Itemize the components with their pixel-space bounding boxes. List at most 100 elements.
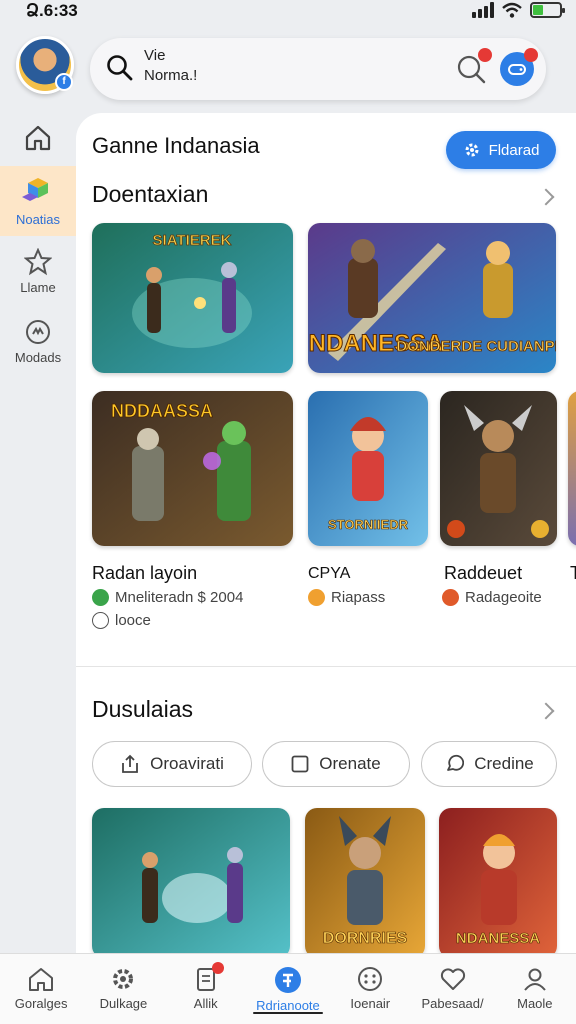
tab-home[interactable]: Goralges (0, 954, 82, 1024)
game-meta-text: Mneliteradn $ 2004 (115, 589, 244, 606)
status-time: Ձ.6:33 (26, 1, 78, 20)
side-item-label: Noatias (15, 211, 61, 227)
game-title: T (570, 563, 576, 583)
tab-label: Goralges (14, 996, 68, 1011)
game-card[interactable]: NDANESSA (439, 808, 557, 953)
status-bar: Ձ.6:33 (0, 0, 576, 26)
side-item-game[interactable]: Llame (0, 236, 76, 306)
game-art: NDANESSA DONDERDE CUDIANPINS (308, 223, 556, 373)
square-icon (291, 755, 309, 773)
tab-dulkage[interactable]: Dulkage (82, 954, 164, 1024)
avatar[interactable]: f (16, 36, 74, 94)
gear-icon (465, 143, 479, 157)
chip-label: Oroavirati (150, 754, 224, 773)
page-title: Ganne Indanasia (92, 133, 260, 158)
side-item-news[interactable]: Noatias (0, 166, 76, 236)
side-nav: Noatias Llame Modads (0, 110, 76, 376)
home-icon (25, 125, 51, 151)
game-title: Radan layoin (92, 563, 198, 583)
game-art: NDANESSA (439, 808, 557, 953)
profile-button[interactable] (500, 48, 538, 86)
heart-icon (440, 968, 465, 990)
chip-label: Orenate (319, 754, 381, 773)
profile-badge (524, 48, 538, 62)
game-meta: Radageoite (442, 589, 542, 606)
game-card[interactable]: DORNRIES (305, 808, 425, 953)
tab-maole[interactable]: Maole (494, 954, 576, 1024)
coin-icon (442, 589, 459, 606)
chevron-right-icon[interactable] (537, 702, 555, 720)
game-art (440, 391, 557, 546)
battery-icon (530, 2, 565, 18)
search-line-2: Norma.! (144, 67, 198, 84)
signal-icon (472, 2, 494, 18)
notification-button[interactable] (454, 48, 492, 86)
main-panel: Ganne Indanasia Fldarad Doentaxian SIATI… (76, 113, 576, 953)
tab-label: Allik (193, 996, 218, 1011)
search-input[interactable]: Vie Norma.! (144, 46, 197, 86)
tab-pabesaad[interactable]: Pabesaad/ (411, 954, 493, 1024)
game-meta-text: looce (115, 612, 151, 629)
game-art-text: NDDAASSA (111, 401, 213, 421)
search-icon (107, 55, 133, 81)
notification-badge (478, 48, 492, 62)
status-icons (472, 2, 565, 18)
chevron-right-icon[interactable] (537, 188, 555, 206)
avatar-badge: f (55, 73, 73, 91)
game-art: NDDAASSA (92, 391, 293, 546)
tab-label: Maole (517, 996, 553, 1011)
gear-icon (113, 969, 134, 989)
game-art-text: DORNRIES (323, 930, 408, 947)
tag-icon (92, 589, 109, 606)
game-art-text: NDANESSA (456, 930, 540, 947)
game-card[interactable]: STORNIIEDR (308, 391, 428, 546)
primary-action-label: Fldarad (488, 141, 540, 159)
side-item-mods[interactable]: Modads (0, 306, 76, 376)
cubes-icon (22, 177, 48, 201)
tab-badge (211, 962, 224, 974)
tab-allik[interactable]: Allik (165, 954, 247, 1024)
tab-ioenair[interactable]: Ioenair (329, 954, 411, 1024)
compass-icon (274, 967, 301, 993)
tab-label: Rdrianoote (256, 998, 320, 1013)
wifi-icon (502, 2, 522, 18)
banner-card[interactable]: SIATIEREK (92, 223, 293, 373)
chat-icon (447, 754, 465, 771)
game-title: Raddeuet (444, 563, 523, 583)
game-art (92, 808, 290, 953)
tab-label: Dulkage (99, 996, 148, 1011)
game-title: CPYA (308, 565, 351, 582)
game-meta: Mneliteradn $ 2004 (92, 589, 243, 606)
game-art-text: STORNIIEDR (328, 517, 409, 532)
side-item-label: Modads (14, 349, 62, 365)
game-meta: Riapass (308, 589, 385, 606)
game-card[interactable] (92, 808, 290, 953)
side-item-home[interactable] (0, 110, 76, 166)
game-art: DORNRIES (305, 808, 425, 953)
filter-chip[interactable]: Orenate (262, 741, 410, 787)
game-art: STORNIIEDR (308, 391, 428, 546)
bottom-nav: Goralges Dulkage Allik Rdrianoote Ioenai… (0, 953, 576, 1024)
chip-label: Credine (474, 754, 534, 773)
divider (76, 666, 576, 667)
tab-label: Ioenair (350, 996, 391, 1011)
game-card[interactable] (568, 391, 576, 546)
tab-active[interactable]: Rdrianoote (247, 954, 329, 1024)
filter-chip[interactable]: Credine (421, 741, 557, 787)
tab-label: Pabesaad/ (421, 996, 484, 1011)
game-art: SIATIEREK (92, 223, 293, 373)
banner-art-text-2: DONDERDE CUDIANPINS (396, 338, 556, 355)
primary-action-button[interactable]: Fldarad (446, 131, 556, 169)
filter-chip[interactable]: Oroavirati (92, 741, 252, 787)
game-meta-text: Riapass (331, 589, 386, 606)
game-card[interactable] (440, 391, 557, 546)
star-icon (24, 247, 52, 275)
game-card[interactable]: NDDAASSA (92, 391, 293, 546)
search-line-1: Vie (144, 47, 166, 64)
banner-card[interactable]: NDANESSA DONDERDE CUDIANPINS (308, 223, 556, 373)
banner-art-text: SIATIEREK (153, 232, 232, 249)
search-bar[interactable]: Vie Norma.! (90, 38, 546, 100)
game-meta-text: Radageoite (465, 589, 542, 606)
upload-icon (122, 754, 139, 773)
game-meta: looce (92, 612, 151, 629)
